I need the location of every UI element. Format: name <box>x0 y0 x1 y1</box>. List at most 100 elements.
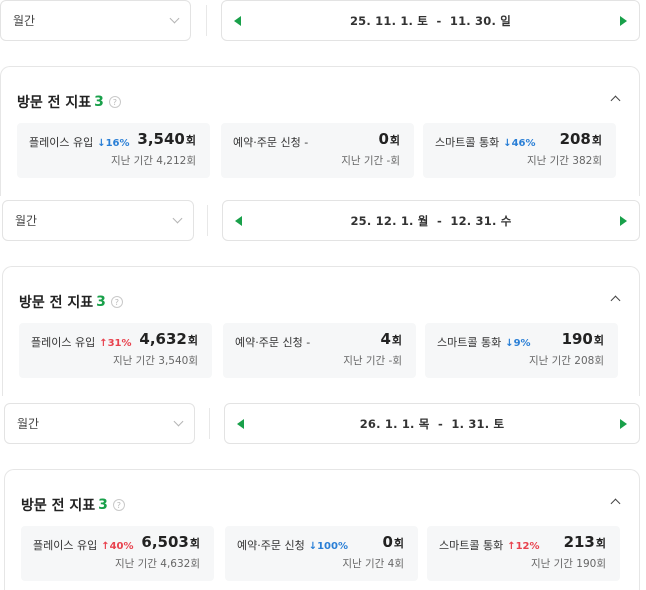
metric-label: 스마트콜 통화 <box>439 539 504 552</box>
card-title-count: 3 <box>98 497 108 513</box>
divider <box>207 205 208 236</box>
chevron-up-icon[interactable] <box>610 95 621 106</box>
metric-unit: 회 <box>389 134 400 147</box>
card-title: 방문 전 지표 3? <box>21 495 125 515</box>
metric-unit: 회 <box>595 537 606 550</box>
metric-unit: 회 <box>393 537 404 550</box>
metric-label-row: 플레이스 유입 ↓16% <box>29 134 130 150</box>
triangle-right-icon[interactable] <box>620 419 627 429</box>
metric-delta: ↓9% <box>505 338 531 349</box>
metric-delta: ↑40% <box>101 541 134 552</box>
metric-unit: 회 <box>189 537 200 550</box>
divider <box>206 5 207 36</box>
metric-value: 0 <box>382 533 393 551</box>
date-range-navigator: 25. 11. 1. 토 - 11. 30. 일 <box>221 0 640 41</box>
metric-value: 213 <box>563 533 595 551</box>
metric-label-row: 스마트콜 통화 ↓9% <box>437 334 531 350</box>
metric-value-row: 0회 <box>382 533 404 551</box>
metric-unit: 회 <box>593 334 604 347</box>
chevron-up-icon[interactable] <box>610 295 621 306</box>
metric-value: 0 <box>378 130 389 148</box>
metric-label-row: 예약·주문 신청 ↓100% <box>237 537 348 553</box>
triangle-left-icon[interactable] <box>237 419 244 429</box>
triangle-left-icon[interactable] <box>234 16 241 26</box>
metric-value-row: 6,503회 <box>141 533 200 551</box>
triangle-right-icon[interactable] <box>620 16 627 26</box>
metric-label: 플레이스 유입 <box>31 336 96 349</box>
metric-previous-period: 지난 기간 190회 <box>530 558 606 570</box>
metric-previous-period: 지난 기간 208회 <box>528 355 604 367</box>
period-select-value: 월간 <box>13 14 36 28</box>
metric-previous-period: 지난 기간 4회 <box>342 558 404 570</box>
chevron-up-icon[interactable] <box>610 498 621 509</box>
metric-value-row: 4,632회 <box>139 330 198 348</box>
metric-value-row: 0회 <box>378 130 400 148</box>
metric-unit: 회 <box>185 134 196 147</box>
period-select-value: 월간 <box>17 417 40 431</box>
card-title-text: 방문 전 지표 <box>17 95 92 111</box>
metric-value: 3,540 <box>137 130 185 148</box>
date-range-navigator: 26. 1. 1. 목 - 1. 31. 토 <box>224 403 640 444</box>
metric-tile: 스마트콜 통화 ↓46% 208회지난 기간 382회 <box>423 123 616 178</box>
metric-label-row: 플레이스 유입 ↑31% <box>31 334 132 350</box>
metric-tile: 플레이스 유입 ↑31% 4,632회지난 기간 3,540회 <box>19 323 212 378</box>
metric-label: 스마트콜 통화 <box>437 336 502 349</box>
metric-tile: 플레이스 유입 ↑40% 6,503회지난 기간 4,632회 <box>21 526 214 581</box>
chevron-down-icon <box>169 13 180 24</box>
metric-label: 예약·주문 신청 - <box>235 336 311 349</box>
divider <box>209 408 210 439</box>
card-title-count: 3 <box>94 94 104 110</box>
chevron-down-icon <box>173 416 184 427</box>
date-range-label: 25. 12. 1. 월 - 12. 31. 수 <box>350 213 512 228</box>
metric-tile: 예약·주문 신청 - 4회지난 기간 -회 <box>223 323 416 378</box>
metric-value-row: 4회 <box>380 330 402 348</box>
metric-label-row: 스마트콜 통화 ↓46% <box>435 134 536 150</box>
metric-value-row: 3,540회 <box>137 130 196 148</box>
metric-tile: 예약·주문 신청 ↓100% 0회지난 기간 4회 <box>225 526 418 581</box>
metric-previous-period: 지난 기간 -회 <box>341 155 400 167</box>
chevron-down-icon <box>172 213 183 224</box>
triangle-right-icon[interactable] <box>620 216 627 226</box>
question-circle-icon[interactable]: ? <box>112 499 125 511</box>
question-circle-icon[interactable]: ? <box>110 296 123 308</box>
metric-tile: 스마트콜 통화 ↓9% 190회지난 기간 208회 <box>425 323 618 378</box>
metric-delta: ↓100% <box>308 541 348 552</box>
period-select[interactable]: 월간 <box>2 200 194 241</box>
metric-unit: 회 <box>391 334 402 347</box>
metric-label: 예약·주문 신청 - <box>233 136 309 149</box>
metric-value: 6,503 <box>141 533 189 551</box>
metric-value-row: 213회 <box>564 533 606 551</box>
metric-delta: ↑31% <box>99 338 132 349</box>
metric-previous-period: 지난 기간 382회 <box>526 155 602 167</box>
metric-value: 208 <box>559 130 591 148</box>
date-range-navigator: 25. 12. 1. 월 - 12. 31. 수 <box>222 200 640 241</box>
metric-unit: 회 <box>591 134 602 147</box>
metric-tile: 플레이스 유입 ↓16% 3,540회 지난 기간 4,212회 <box>17 123 210 178</box>
metric-previous-period: 지난 기간 3,540회 <box>112 355 198 367</box>
metric-label: 플레이스 유입 <box>29 136 94 149</box>
metric-label-row: 스마트콜 통화 ↑12% <box>439 537 540 553</box>
metric-value: 190 <box>561 330 593 348</box>
metric-value: 4 <box>380 330 391 348</box>
metric-label-row: 예약·주문 신청 - <box>235 334 310 350</box>
card-title: 방문 전 지표 3? <box>17 92 121 112</box>
metric-previous-period: 지난 기간 4,632회 <box>114 558 200 570</box>
period-select-value: 월간 <box>15 214 38 228</box>
metric-label: 예약·주문 신청 <box>237 539 305 552</box>
metric-value-row: 208회 <box>560 130 602 148</box>
metric-label-row: 예약·주문 신청 - <box>233 134 308 150</box>
pre-visit-metrics-card: 방문 전 지표 3? 플레이스 유입 ↓16% 3,540회 지난 기간 4,212회 예약… <box>0 66 640 196</box>
metric-value-row: 190회 <box>562 330 604 348</box>
card-title-text: 방문 전 지표 <box>19 295 94 311</box>
triangle-left-icon[interactable] <box>235 216 242 226</box>
metric-value: 4,632 <box>139 330 187 348</box>
card-title: 방문 전 지표 3? <box>19 292 123 312</box>
period-select[interactable]: 월간 <box>0 0 191 41</box>
metric-previous-period: 지난 기간 -회 <box>343 355 402 367</box>
metric-label: 플레이스 유입 <box>33 539 98 552</box>
period-select[interactable]: 월간 <box>4 403 195 444</box>
card-title-text: 방문 전 지표 <box>21 498 96 514</box>
metric-unit: 회 <box>187 334 198 347</box>
question-circle-icon[interactable]: ? <box>108 96 121 108</box>
date-range-label: 26. 1. 1. 목 - 1. 31. 토 <box>359 416 505 431</box>
